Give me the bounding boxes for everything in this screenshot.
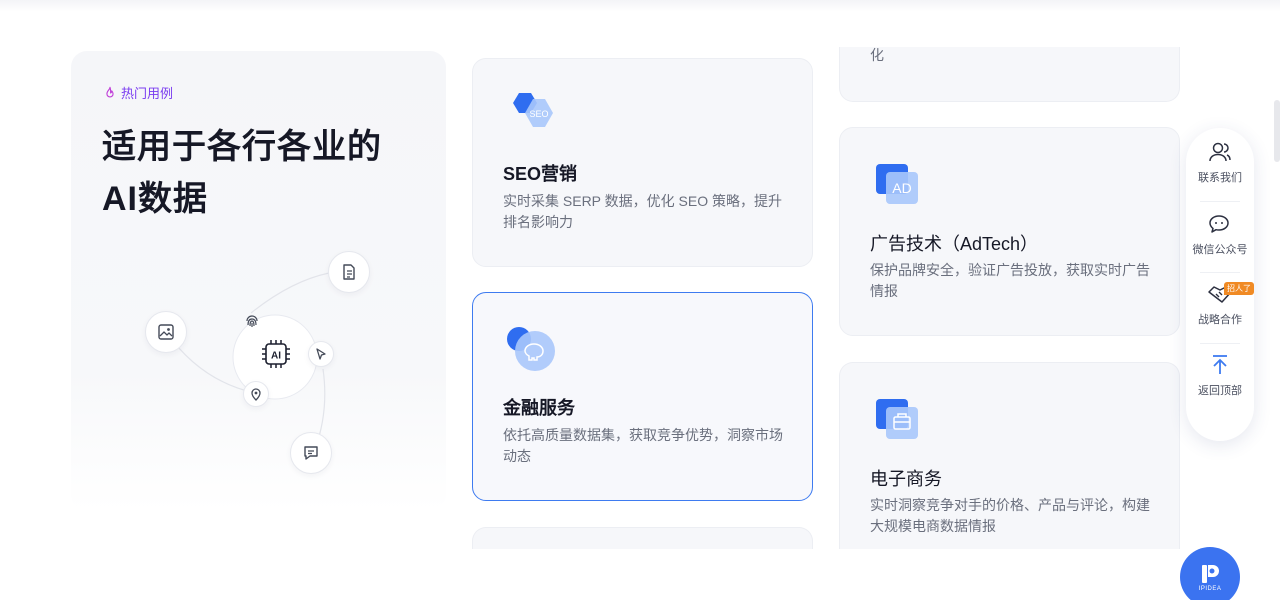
contact-us-button[interactable]: 联系我们 xyxy=(1186,128,1254,198)
seo-card-title: SEO营销 xyxy=(503,164,578,184)
fingerprint-icon xyxy=(246,315,258,327)
seo-hexagon-icon: SEO xyxy=(513,93,553,127)
cursor-node xyxy=(308,341,334,367)
arrow-up-icon xyxy=(1213,355,1227,374)
top-bar-shadow xyxy=(0,0,1280,12)
ai-chip-label: AI xyxy=(271,351,281,362)
finance-card-desc: 依托高质量数据集，获取竞争优势，洞察市场动态 xyxy=(503,427,783,464)
ipidea-chat-button[interactable]: IPIDEA xyxy=(1180,547,1240,600)
piggy-bank-icon xyxy=(507,327,555,371)
chat-icon xyxy=(304,446,318,460)
partnership-label: 战略合作 xyxy=(1198,314,1242,326)
page: 热门用例 适用于各行各业的 AI数据 AI SEO SEO营销 实时采集 SER… xyxy=(0,0,1280,600)
location-node xyxy=(243,381,269,407)
fingerprint-node xyxy=(240,309,264,333)
ad-icon: AD xyxy=(876,164,918,204)
document-node xyxy=(328,251,370,293)
location-pin-icon xyxy=(251,388,261,401)
page-scrollbar[interactable] xyxy=(1274,100,1280,162)
partnership-button[interactable]: 战略合作 xyxy=(1186,270,1254,340)
next-card-partial[interactable] xyxy=(472,527,813,549)
ecommerce-card-desc: 实时洞察竞争对手的价格、产品与评论，构建大规模电商数据情报 xyxy=(870,497,1150,534)
finance-card[interactable]: 金融服务 依托高质量数据集，获取竞争优势，洞察市场动态 xyxy=(472,292,813,501)
adtech-card-desc: 保护品牌安全，验证广告投放，获取实时广告情报 xyxy=(870,262,1150,299)
ecommerce-card[interactable]: 电子商务 实时洞察竞争对手的价格、产品与评论，构建大规模电商数据情报 xyxy=(839,362,1180,549)
ai-chip-icon: AI xyxy=(262,340,290,368)
shopping-bag-icon xyxy=(876,399,918,439)
document-icon xyxy=(343,264,355,280)
seo-icon-text: SEO xyxy=(529,109,548,119)
image-node xyxy=(145,311,187,353)
image-icon xyxy=(158,324,174,340)
hero-panel: 热门用例 适用于各行各业的 AI数据 AI xyxy=(71,51,446,511)
chat-node xyxy=(290,432,332,474)
back-to-top-label: 返回顶部 xyxy=(1198,385,1242,397)
finance-card-title: 金融服务 xyxy=(503,398,575,418)
brand-label: IPIDEA xyxy=(1198,585,1222,592)
back-to-top-button[interactable]: 返回顶部 xyxy=(1186,341,1254,411)
adtech-card-title: 广告技术（AdTech） xyxy=(870,234,1039,254)
ad-icon-text: AD xyxy=(892,180,911,196)
prev-card-partial[interactable]: 化 xyxy=(839,47,1180,102)
users-icon xyxy=(1209,142,1231,162)
adtech-card[interactable]: AD 广告技术（AdTech） 保护品牌安全，验证广告投放，获取实时广告情报 xyxy=(839,127,1180,336)
seo-card[interactable]: SEO SEO营销 实时采集 SERP 数据，优化 SEO 策略，提升排名影响力 xyxy=(472,58,813,267)
prev-card-text: 化 xyxy=(870,47,884,63)
ai-chip-node: AI xyxy=(258,336,294,372)
seo-card-desc: 实时采集 SERP 数据，优化 SEO 策略，提升排名影响力 xyxy=(503,193,782,230)
contact-us-label: 联系我们 xyxy=(1198,172,1242,184)
ecommerce-card-title: 电子商务 xyxy=(870,469,942,489)
graph-connections xyxy=(166,272,330,450)
wechat-label: 微信公众号 xyxy=(1192,244,1248,256)
hiring-badge: 招人了 xyxy=(1224,282,1254,295)
ipidea-logo-icon xyxy=(1202,564,1219,583)
cursor-icon xyxy=(316,348,326,360)
wechat-icon xyxy=(1209,215,1229,233)
wechat-button[interactable]: 微信公众号 xyxy=(1186,200,1254,270)
